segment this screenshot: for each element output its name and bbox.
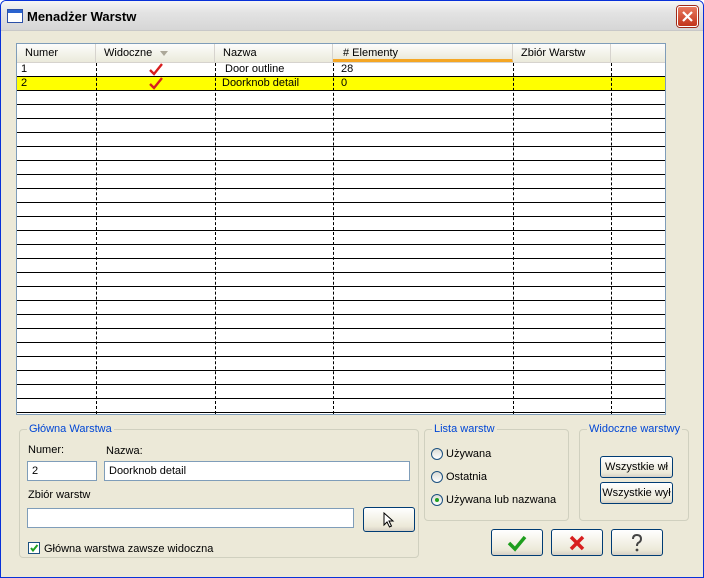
cross-icon bbox=[569, 535, 585, 551]
empty-table-row[interactable] bbox=[17, 413, 665, 414]
empty-table-row[interactable] bbox=[17, 259, 665, 273]
column-header-elementy[interactable]: # Elementy bbox=[333, 44, 513, 62]
close-icon bbox=[682, 11, 693, 22]
column-divider bbox=[611, 63, 612, 414]
radio-uzywana-lub-nazwana[interactable] bbox=[431, 494, 443, 506]
empty-table-row[interactable] bbox=[17, 119, 665, 133]
cell-visible[interactable] bbox=[96, 63, 215, 76]
visible-layers-group: Widoczne warstwy Wszystkie wł Wszystkie … bbox=[579, 423, 689, 521]
empty-table-row[interactable] bbox=[17, 273, 665, 287]
cell-elementy: 28 bbox=[341, 63, 354, 75]
column-header-filler bbox=[611, 44, 665, 62]
window-title: Menadżer Warstw bbox=[27, 9, 137, 24]
grid-header: Numer Widoczne Nazwa # Elementy Zbiór Wa… bbox=[17, 44, 665, 63]
cell-visible[interactable] bbox=[96, 77, 215, 90]
radio-ostatnia[interactable] bbox=[431, 471, 443, 483]
empty-table-row[interactable] bbox=[17, 147, 665, 161]
nazwa-label: Nazwa: bbox=[106, 445, 143, 457]
layer-list-legend: Lista warstw bbox=[432, 423, 497, 435]
numer-field[interactable]: 2 bbox=[27, 461, 97, 481]
main-layer-group: Główna Warstwa Numer: 2 Nazwa: Doorknob … bbox=[19, 423, 419, 558]
radio-uzywana-label: Używana bbox=[446, 448, 492, 460]
ok-button[interactable] bbox=[491, 529, 543, 556]
nazwa-field[interactable]: Doorknob detail bbox=[104, 461, 410, 481]
radio-uzywana-lub-nazwana-label: Używana lub nazwana bbox=[446, 494, 557, 506]
cell-zbior bbox=[513, 63, 611, 76]
empty-table-row[interactable] bbox=[17, 91, 665, 105]
empty-table-row[interactable] bbox=[17, 133, 665, 147]
empty-table-row[interactable] bbox=[17, 175, 665, 189]
cell-numer: 1 bbox=[21, 63, 28, 75]
window-icon bbox=[7, 9, 23, 23]
empty-table-row[interactable] bbox=[17, 161, 665, 175]
always-visible-checkbox[interactable] bbox=[28, 542, 40, 554]
sort-arrow-icon bbox=[160, 50, 169, 56]
column-header-nazwa[interactable]: Nazwa bbox=[215, 44, 333, 62]
empty-table-row[interactable] bbox=[17, 371, 665, 385]
zbior-label: Zbiór warstw bbox=[28, 489, 91, 501]
layer-grid[interactable]: Numer Widoczne Nazwa # Elementy Zbiór Wa… bbox=[16, 43, 666, 415]
dialog-body: Numer Widoczne Nazwa # Elementy Zbiór Wa… bbox=[1, 31, 703, 577]
numer-label: Numer: bbox=[28, 444, 65, 456]
table-row-selected[interactable]: 2 Doorknob detail 0 bbox=[17, 77, 665, 91]
layer-manager-window: Menadżer Warstw Numer Widoczne Nazwa # E… bbox=[0, 0, 704, 578]
layer-list-group: Lista warstw Używana Ostatnia Używana lu… bbox=[424, 423, 569, 521]
cell-numer: 2 bbox=[21, 77, 28, 89]
column-divider bbox=[333, 63, 334, 414]
cell-nazwa: Doorknob detail bbox=[222, 77, 300, 89]
radio-ostatnia-label: Ostatnia bbox=[446, 471, 487, 483]
empty-table-row[interactable] bbox=[17, 357, 665, 371]
all-visible-on-button[interactable]: Wszystkie wł bbox=[600, 456, 673, 478]
cell-nazwa: Door outline bbox=[225, 63, 285, 75]
column-header-widoczne-label: Widoczne bbox=[104, 47, 153, 59]
cursor-arrow-icon bbox=[383, 511, 395, 528]
column-header-widoczne[interactable]: Widoczne bbox=[96, 44, 215, 62]
grid-body: 1 Door outline 28 2 Doorknob detail 0 bbox=[17, 63, 665, 414]
empty-table-row[interactable] bbox=[17, 329, 665, 343]
cell-zbior bbox=[513, 77, 611, 90]
column-divider bbox=[96, 63, 97, 414]
empty-table-row[interactable] bbox=[17, 189, 665, 203]
empty-table-row[interactable] bbox=[17, 399, 665, 413]
visible-layers-legend: Widoczne warstwy bbox=[587, 423, 683, 435]
checkbox-check-icon bbox=[30, 544, 39, 553]
column-divider bbox=[215, 63, 216, 414]
all-visible-off-button[interactable]: Wszystkie wył bbox=[600, 482, 673, 504]
red-check-icon bbox=[149, 77, 163, 90]
zbior-field[interactable] bbox=[27, 508, 354, 528]
check-icon bbox=[507, 535, 527, 552]
empty-table-row[interactable] bbox=[17, 385, 665, 399]
radio-uzywana[interactable] bbox=[431, 448, 443, 460]
empty-table-row[interactable] bbox=[17, 231, 665, 245]
empty-table-row[interactable] bbox=[17, 105, 665, 119]
column-header-numer[interactable]: Numer bbox=[17, 44, 96, 62]
title-bar[interactable]: Menadżer Warstw bbox=[1, 1, 703, 31]
pick-layer-set-button[interactable] bbox=[363, 507, 415, 532]
cancel-button[interactable] bbox=[551, 529, 603, 556]
empty-table-row[interactable] bbox=[17, 315, 665, 329]
red-check-icon bbox=[149, 63, 163, 76]
empty-table-row[interactable] bbox=[17, 245, 665, 259]
cell-elementy: 0 bbox=[341, 77, 348, 89]
column-header-zbior[interactable]: Zbiór Warstw bbox=[513, 44, 611, 62]
help-button[interactable] bbox=[611, 529, 663, 556]
question-icon bbox=[632, 533, 643, 552]
empty-table-row[interactable] bbox=[17, 343, 665, 357]
empty-table-row[interactable] bbox=[17, 287, 665, 301]
column-divider bbox=[513, 63, 514, 414]
empty-table-row[interactable] bbox=[17, 203, 665, 217]
main-layer-legend: Główna Warstwa bbox=[27, 423, 114, 435]
empty-table-row[interactable] bbox=[17, 217, 665, 231]
close-button[interactable] bbox=[677, 6, 698, 27]
empty-table-row[interactable] bbox=[17, 301, 665, 315]
table-row[interactable]: 1 Door outline 28 bbox=[17, 63, 665, 77]
always-visible-label: Główna warstwa zawsze widoczna bbox=[44, 543, 214, 555]
